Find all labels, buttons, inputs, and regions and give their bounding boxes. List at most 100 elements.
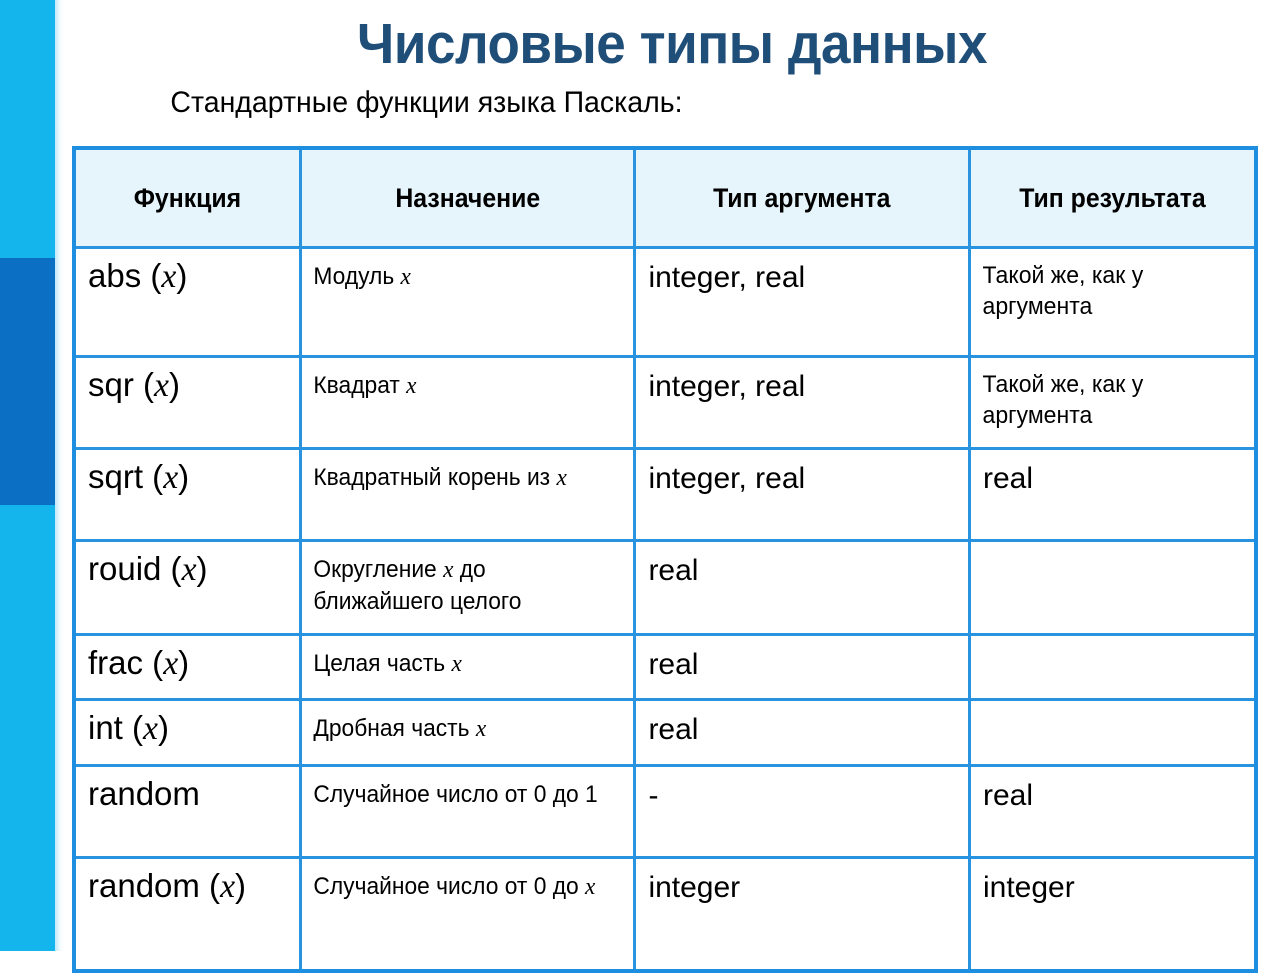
slide-content: Числовые типы данных Стандартные функции… bbox=[64, 0, 1280, 973]
cell-purpose: Округление x до ближайшего целого bbox=[298, 539, 637, 636]
function-argument: (x) bbox=[133, 366, 180, 404]
cell-result-type: integer bbox=[968, 856, 1258, 973]
column-header-purpose: Назначение bbox=[298, 146, 637, 249]
purpose-text: Случайное число от 0 до x bbox=[313, 873, 596, 900]
functions-table-container: Функция Назначение Тип аргумента Тип рез… bbox=[72, 146, 1258, 973]
argument-type-text: integer, real bbox=[648, 370, 806, 403]
cell-result-type bbox=[968, 539, 1258, 636]
function-name: abs bbox=[88, 257, 142, 294]
column-header-function: Функция bbox=[72, 146, 302, 249]
left-band-accent-block bbox=[0, 258, 55, 505]
function-signature: abs (x) bbox=[76, 249, 299, 302]
result-type-text: integer bbox=[983, 871, 1075, 904]
argument-type-text: integer, real bbox=[648, 462, 806, 495]
cell-function: sqrt (x) bbox=[72, 447, 302, 542]
cell-function: int (x) bbox=[72, 698, 302, 767]
cell-result-type: real bbox=[968, 764, 1258, 859]
function-name: int bbox=[88, 709, 123, 746]
cell-result-type bbox=[968, 698, 1258, 767]
table-row: random (x) Случайное число от 0 до x integ… bbox=[72, 856, 1258, 973]
function-argument: (x) bbox=[143, 458, 190, 496]
argument-type-text: real bbox=[648, 713, 699, 746]
purpose-text: Случайное число от 0 до 1 bbox=[313, 781, 598, 808]
function-name: random bbox=[88, 775, 200, 812]
function-name: random bbox=[88, 867, 200, 904]
result-type-text bbox=[971, 701, 1243, 719]
column-header-function-label: Функция bbox=[133, 182, 242, 213]
function-name: frac bbox=[88, 644, 144, 681]
column-header-argument-type-label: Тип аргумента bbox=[713, 182, 891, 213]
table-row: abs (x) Модуль x integer, real Такой же, ка… bbox=[72, 246, 1258, 358]
cell-result-type: Такой же, как у аргумента bbox=[968, 246, 1258, 358]
cell-function: rouid (x) bbox=[72, 539, 302, 636]
function-argument: (x) bbox=[141, 257, 188, 295]
result-type-text: real bbox=[983, 462, 1034, 495]
function-argument: (x) bbox=[122, 709, 169, 747]
function-argument: (x) bbox=[199, 867, 247, 905]
argument-type-text: real bbox=[648, 554, 699, 587]
function-name: sqr bbox=[88, 366, 134, 403]
cell-argument-type: integer, real bbox=[633, 447, 971, 542]
cell-result-type: Такой же, как у аргумента bbox=[968, 355, 1258, 450]
function-signature: sqrt (x) bbox=[76, 450, 299, 503]
cell-purpose: Квадратный корень из x bbox=[298, 447, 637, 542]
cell-argument-type: real bbox=[633, 698, 971, 767]
function-signature: random bbox=[76, 767, 299, 819]
cell-function: frac (x) bbox=[72, 633, 302, 701]
functions-table-body: abs (x) Модуль x integer, real Такой же, ка… bbox=[72, 246, 1258, 973]
purpose-text: Дробная часть x bbox=[313, 715, 487, 742]
table-row: frac (x) Целая часть x real bbox=[72, 633, 1258, 701]
cell-purpose: Модуль x bbox=[298, 246, 637, 358]
slide-subtitle: Стандартные функции языка Паскаль: bbox=[170, 85, 683, 119]
purpose-text: Модуль x bbox=[313, 263, 411, 290]
cell-argument-type: integer, real bbox=[633, 246, 971, 358]
purpose-text: Квадратный корень из x bbox=[313, 464, 567, 491]
function-signature: random (x) bbox=[76, 859, 299, 912]
function-name: rouid bbox=[88, 550, 162, 587]
result-type-text: Такой же, как у аргумента bbox=[982, 262, 1144, 320]
cell-function: abs (x) bbox=[72, 246, 302, 358]
result-type-text: real bbox=[983, 779, 1034, 812]
function-signature: sqr (x) bbox=[76, 358, 299, 411]
function-argument: (x) bbox=[161, 550, 208, 588]
purpose-text: Целая часть x bbox=[313, 650, 462, 677]
cell-purpose: Случайное число от 0 до x bbox=[298, 856, 637, 973]
function-argument: (x) bbox=[143, 644, 190, 682]
column-header-result-type: Тип результата bbox=[968, 146, 1258, 249]
table-row: rouid (x) Округление x до ближайшего цело… bbox=[72, 539, 1258, 636]
cell-argument-type: integer, real bbox=[633, 355, 971, 450]
function-signature: frac (x) bbox=[76, 636, 299, 689]
purpose-text: Округление x до ближайшего целого bbox=[313, 556, 522, 615]
table-row: int (x) Дробная часть x real bbox=[72, 698, 1258, 767]
argument-type-text: integer, real bbox=[648, 261, 806, 294]
cell-purpose: Дробная часть x bbox=[298, 698, 637, 767]
cell-purpose: Целая часть x bbox=[298, 633, 637, 701]
argument-type-text: integer bbox=[648, 871, 741, 904]
purpose-text: Квадрат x bbox=[313, 372, 417, 399]
function-signature: int (x) bbox=[76, 701, 299, 754]
result-type-text bbox=[971, 542, 1243, 560]
cell-purpose: Квадрат x bbox=[298, 355, 637, 450]
cell-function: sqr (x) bbox=[72, 355, 302, 450]
argument-type-text: - bbox=[648, 779, 659, 812]
column-header-result-type-label: Тип результата bbox=[1019, 182, 1206, 213]
cell-purpose: Случайное число от 0 до 1 bbox=[298, 764, 637, 859]
cell-result-type: real bbox=[968, 447, 1258, 542]
table-row: sqrt (x) Квадратный корень из x integer, r… bbox=[72, 447, 1258, 542]
page-title: Числовые типы данных bbox=[357, 12, 987, 76]
column-header-argument-type: Тип аргумента bbox=[633, 146, 971, 249]
result-type-text bbox=[971, 636, 1243, 654]
function-signature: rouid (x) bbox=[76, 542, 299, 595]
cell-argument-type: - bbox=[633, 764, 971, 859]
left-decorative-band bbox=[0, 0, 55, 951]
cell-result-type bbox=[968, 633, 1258, 701]
cell-argument-type: real bbox=[633, 633, 971, 701]
cell-argument-type: real bbox=[633, 539, 971, 636]
column-header-purpose-label: Назначение bbox=[395, 182, 541, 213]
argument-type-text: real bbox=[648, 648, 699, 681]
pascal-functions-table: Функция Назначение Тип аргумента Тип рез… bbox=[72, 146, 1258, 973]
table-header-row: Функция Назначение Тип аргумента Тип рез… bbox=[72, 146, 1258, 249]
cell-function: random (x) bbox=[72, 856, 302, 973]
function-name: sqrt bbox=[88, 458, 144, 495]
table-row: random Случайное число от 0 до 1 - real bbox=[72, 764, 1258, 859]
